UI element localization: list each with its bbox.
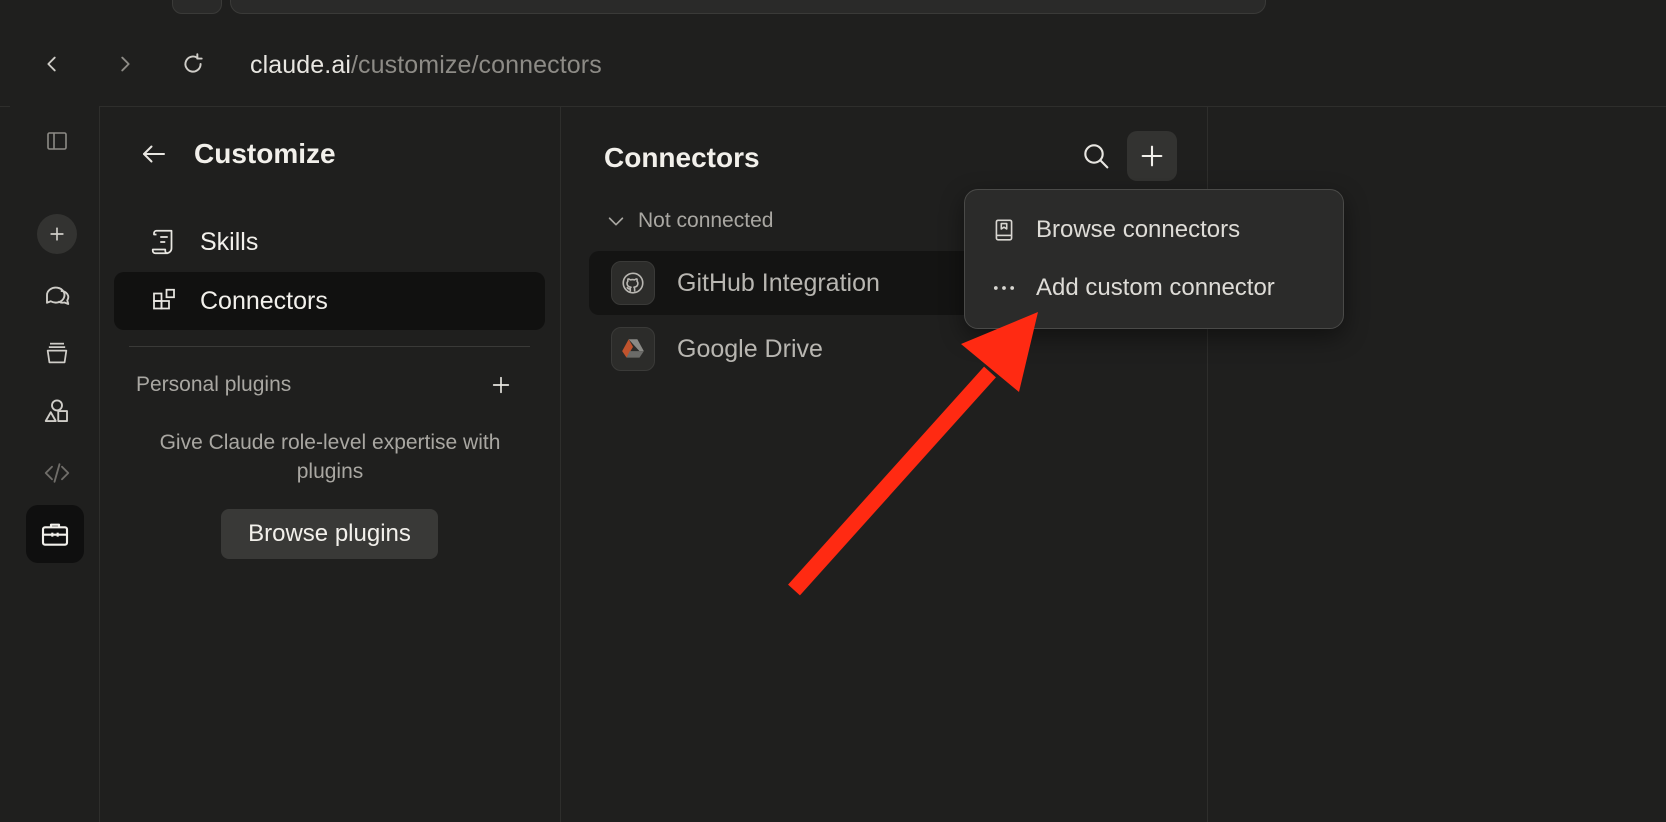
artifacts-button[interactable]	[37, 391, 77, 431]
code-icon	[44, 463, 70, 483]
reload-button[interactable]	[175, 46, 211, 82]
connector-label-github: GitHub Integration	[677, 268, 880, 297]
book-icon	[990, 216, 1018, 244]
browse-connectors-label: Browse connectors	[1036, 216, 1241, 243]
add-connector-button[interactable]	[1127, 131, 1177, 181]
customize-title: Customize	[194, 138, 336, 169]
forward-button[interactable]	[107, 46, 143, 82]
new-chat-button[interactable]	[37, 214, 77, 254]
new-chat-icon	[50, 227, 64, 241]
sidebar-toggle-button[interactable]	[37, 121, 77, 161]
nav-item-skills-label: Skills	[200, 227, 259, 256]
connector-item-github[interactable]: GitHub Integration	[589, 251, 989, 315]
projects-icon	[46, 342, 68, 364]
chevron-down-icon	[604, 209, 628, 233]
nav-item-connectors-label: Connectors	[200, 286, 328, 315]
sidebar-toggle-icon	[47, 132, 67, 150]
not-connected-label: Not connected	[638, 209, 774, 232]
back-button[interactable]	[34, 46, 70, 82]
plugins-helper-text: Give Claude role-level expertise with pl…	[159, 431, 501, 483]
code-button[interactable]	[37, 453, 77, 493]
personal-plugins-label: Personal plugins	[136, 373, 292, 396]
connector-label-google-drive: Google Drive	[677, 334, 823, 363]
chats-icon	[46, 286, 70, 305]
github-icon	[611, 261, 655, 305]
connectors-icon	[144, 281, 184, 321]
search-icon	[1084, 144, 1109, 169]
panel-divider	[129, 346, 530, 347]
projects-button[interactable]	[37, 333, 77, 373]
reload-icon	[184, 53, 203, 73]
url-host: claude.ai	[250, 51, 351, 79]
chevron-left-icon	[47, 56, 56, 72]
connectors-title: Connectors	[604, 142, 760, 173]
chats-button[interactable]	[37, 274, 77, 314]
menu-item-browse-connectors[interactable]: Browse connectors	[990, 208, 1330, 252]
menu-item-add-custom-connector[interactable]: Add custom connector	[990, 266, 1330, 310]
plus-icon	[492, 376, 510, 394]
browser-tab-stub[interactable]	[172, 0, 222, 14]
more-dots-icon	[990, 274, 1018, 302]
customize-back-button[interactable]	[136, 136, 172, 172]
nav-item-connectors[interactable]: Connectors	[114, 272, 545, 330]
google-drive-icon	[611, 327, 655, 371]
connector-item-google-drive[interactable]: Google Drive	[589, 317, 989, 381]
customize-icon	[41, 523, 69, 546]
add-custom-connector-label: Add custom connector	[1036, 274, 1275, 301]
nav-item-skills[interactable]: Skills	[114, 213, 545, 271]
url-path: /customize/connectors	[350, 51, 602, 79]
add-plugin-button[interactable]	[486, 370, 516, 400]
browse-plugins-button[interactable]: Browse plugins	[221, 509, 438, 559]
artifacts-icon	[44, 399, 68, 422]
arrow-left-icon	[143, 145, 165, 163]
not-connected-group-toggle[interactable]: Not connected	[604, 206, 773, 236]
search-connectors-button[interactable]	[1076, 136, 1116, 176]
skills-icon	[144, 222, 184, 262]
plus-icon	[1141, 145, 1163, 167]
address-bar[interactable]: claude.ai/customize/connectors	[250, 48, 602, 82]
chevron-right-icon	[121, 56, 130, 72]
customize-button[interactable]	[26, 505, 84, 563]
browser-tabstrip-stub	[230, 0, 1266, 14]
